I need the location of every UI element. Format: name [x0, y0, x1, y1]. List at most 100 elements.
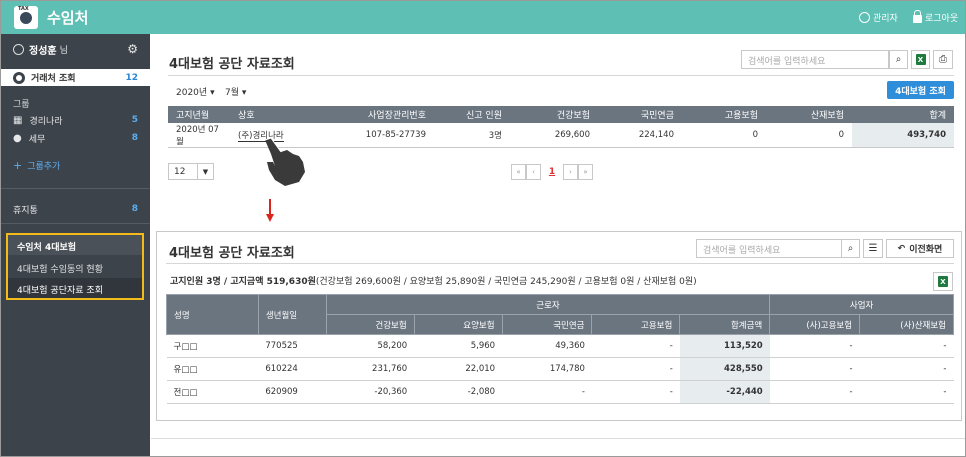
- list-icon: ☰: [868, 243, 878, 254]
- year-value: 2020년: [176, 88, 208, 98]
- sidebar-item-trash[interactable]: 휴지통 8: [1, 202, 150, 216]
- search-input[interactable]: 검색어를 입력하세요: [741, 50, 889, 69]
- first-page-button[interactable]: «: [511, 164, 526, 180]
- cell-emp-employment: -: [769, 380, 860, 404]
- detail-table: 성명 생년월일 근로자 사업자 건강보험 요양보험 국민연금 고용보험 합계금액…: [166, 294, 954, 404]
- plus-icon: +: [13, 158, 23, 172]
- search-icon: ⌕: [895, 54, 902, 65]
- col-header: 국민연금: [598, 106, 682, 123]
- col-header: 상호: [230, 106, 318, 123]
- page-size-select[interactable]: 12 ▼: [168, 163, 214, 180]
- name-text: 구□□: [173, 342, 198, 352]
- divider: [1, 223, 150, 224]
- col-group-header: 사업자: [769, 294, 954, 315]
- cell-health: 231,760: [326, 357, 415, 381]
- caret-down-icon: ▾: [210, 88, 215, 98]
- lock-icon: [913, 10, 922, 23]
- sidebar-item-client-search[interactable]: 거래처 조회 12: [1, 69, 150, 86]
- col-header: 생년월일: [257, 294, 327, 335]
- col-header: 건강보험: [510, 106, 598, 123]
- col-header: 합계: [852, 106, 954, 123]
- col-header: 사업장관리번호: [318, 106, 434, 123]
- cell-biz-no: 107-85-27739: [318, 123, 434, 148]
- cell-birth: 770525: [258, 334, 327, 358]
- panel-detail: 4대보험 공단 자료조회 검색어를 입력하세요 ⌕ ☰ ↶ 이전화면 고지인원 …: [156, 231, 962, 421]
- cell-health: 58,200: [326, 334, 415, 358]
- col-header: 건강보험: [325, 314, 415, 335]
- cell-employment: -: [591, 380, 680, 404]
- cell-pension: -: [502, 380, 592, 404]
- col-header: 신고 인원: [434, 106, 510, 123]
- col-header: 요양보험: [413, 314, 503, 335]
- insurance-query-button[interactable]: 4대보험 조회: [887, 81, 954, 99]
- cell-name: 유□□: [166, 357, 259, 381]
- down-arrow-icon: [266, 199, 274, 222]
- cell-care: 22,010: [414, 357, 503, 381]
- logout-label: 로그아웃: [925, 14, 959, 24]
- month-value: 7월: [225, 88, 240, 98]
- cell-birth: 610224: [258, 357, 327, 381]
- caret-down-icon: ▾: [241, 88, 247, 98]
- admin-link[interactable]: 관리자: [859, 11, 898, 24]
- col-group-header: 근로자: [325, 294, 771, 315]
- name-text: 전□□: [173, 388, 198, 398]
- sidebar-item-group-2[interactable]: ● 세무 8: [1, 131, 150, 145]
- table-row[interactable]: 구□□ 770525 58,200 5,960 49,360 - 113,520…: [166, 334, 954, 358]
- list-button[interactable]: ☰: [863, 239, 883, 258]
- sidebar-item-count: 5: [131, 115, 138, 125]
- back-arrow-icon: ↶: [897, 243, 906, 254]
- excel-button[interactable]: X: [911, 50, 930, 69]
- detail-search-input[interactable]: 검색어를 입력하세요: [696, 239, 842, 258]
- summary-bold: 고지인원 3명 / 고지금액 519,630원: [170, 277, 316, 287]
- page-number[interactable]: 1: [541, 164, 563, 180]
- search-button[interactable]: ⌕: [889, 50, 908, 69]
- cell-pension: 49,360: [502, 334, 592, 358]
- top-bar: TAX 수임처 관리자 로그아웃: [1, 1, 965, 34]
- caret-down-icon: ▼: [197, 164, 213, 179]
- sidebar-item-group-1[interactable]: ▦ 경리나라 5: [1, 113, 150, 127]
- pagination: « ‹ 1 › »: [511, 164, 593, 180]
- printer-icon: ⎙: [939, 54, 947, 65]
- sidebar-item-count: 12: [125, 72, 138, 83]
- col-header: 고용보험: [682, 106, 766, 123]
- user-name: 정성훈: [29, 45, 57, 57]
- year-select[interactable]: 2020년 ▾: [176, 85, 215, 98]
- next-page-button[interactable]: ›: [563, 164, 578, 180]
- cell-employment: -: [591, 357, 680, 381]
- cell-emp-industrial: -: [859, 334, 954, 358]
- col-header: (사)산재보험: [859, 314, 954, 335]
- logout-link[interactable]: 로그아웃: [913, 10, 959, 24]
- cell-emp-industrial: -: [859, 357, 954, 381]
- detail-excel-button[interactable]: X: [933, 272, 953, 291]
- submenu-header: 수임처 4대보험: [8, 235, 142, 255]
- cell-name: 구□□: [166, 334, 259, 358]
- divider: [168, 75, 954, 76]
- sidebar-item-count: 8: [131, 204, 138, 214]
- detail-search-button[interactable]: ⌕: [841, 239, 860, 258]
- submenu-item-data-lookup[interactable]: 4대보험 공단자료 조회: [8, 278, 142, 298]
- pointer-hand-icon: [264, 137, 305, 186]
- person-icon: ●: [13, 132, 22, 144]
- prev-page-button[interactable]: ‹: [526, 164, 541, 180]
- print-button[interactable]: ⎙: [933, 50, 953, 69]
- summary-text: 고지인원 3명 / 고지금액 519,630원(건강보험 269,600원 / …: [170, 274, 697, 287]
- building-icon: ▦: [13, 114, 23, 126]
- app-window: TAX 수임처 관리자 로그아웃 정성훈 님 ⚙ 거래처 조회 12 그룹 ▦ …: [0, 0, 966, 457]
- add-group-button[interactable]: + 그룹추가: [1, 158, 150, 172]
- gear-icon[interactable]: ⚙: [127, 42, 138, 56]
- cell-emp-industrial: -: [859, 380, 954, 404]
- cell-persons: 3명: [434, 123, 510, 148]
- back-button[interactable]: ↶ 이전화면: [886, 239, 954, 258]
- cell-total: 493,740: [852, 123, 954, 148]
- page-size-value: 12: [174, 166, 186, 177]
- user-circle-icon: [859, 12, 870, 23]
- col-header: 산재보험: [766, 106, 852, 123]
- month-select[interactable]: 7월 ▾: [225, 85, 246, 98]
- back-button-label: 이전화면: [909, 245, 943, 255]
- add-group-label: 그룹추가: [27, 161, 61, 172]
- submenu-item-consent-status[interactable]: 4대보험 수임동의 현황: [8, 257, 142, 277]
- table-row[interactable]: 유□□ 610224 231,760 22,010 174,780 - 428,…: [166, 357, 954, 381]
- table-row[interactable]: 전□□ 620909 -20,360 -2,080 - - -22,440 - …: [166, 380, 954, 404]
- cell-name: 전□□: [166, 380, 259, 404]
- last-page-button[interactable]: »: [578, 164, 593, 180]
